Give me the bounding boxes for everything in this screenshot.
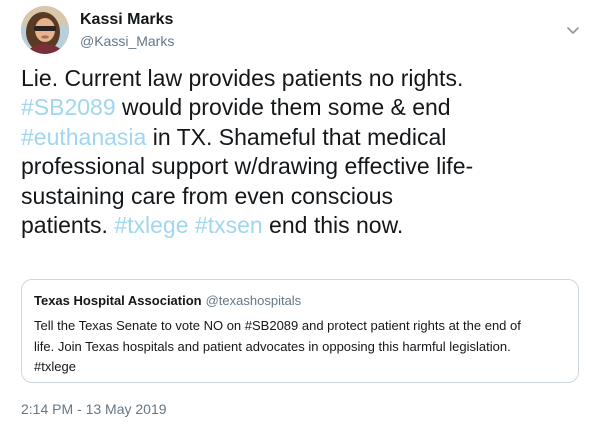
tweet-text-segment: Lie. Current law provides patients no ri… (21, 65, 464, 91)
quoted-tweet-text: Tell the Texas Senate to vote NO on #SB2… (34, 316, 569, 378)
tweet-text-line: sustaining care from even conscious (21, 182, 591, 211)
quoted-author-handle: @texashospitals (205, 293, 302, 308)
avatar[interactable] (21, 6, 69, 54)
tweet-text-line: patients. #txlege #txsen end this now. (21, 211, 591, 240)
tweet-timestamp[interactable]: 2:14 PM - 13 May 2019 (21, 400, 167, 418)
quoted-tweet[interactable]: Texas Hospital Association @texashospital… (21, 279, 579, 383)
tweet-text-line: Lie. Current law provides patients no ri… (21, 64, 591, 93)
tweet-text-segment: sustaining care from even conscious (21, 182, 394, 209)
quoted-tweet-header: Texas Hospital Association @texashospital… (34, 293, 301, 309)
tweet-text-segment: in TX. Shameful that medical (146, 123, 447, 150)
tweet-text: Lie. Current law provides patients no ri… (21, 64, 591, 240)
tweet-card: Kassi Marks @Kassi_Marks Lie. Current la… (0, 0, 601, 428)
tweet-text-line: #euthanasia in TX. Shameful that medical (21, 123, 591, 152)
chevron-down-icon (567, 27, 579, 34)
quoted-author-name: Texas Hospital Association (34, 293, 202, 308)
avatar-photo-icon (21, 6, 69, 54)
tweet-text-segment: patients. (21, 212, 115, 239)
more-options-button[interactable] (563, 20, 583, 40)
tweet-text-segment: would provide them some & end (115, 94, 451, 121)
hashtag-link[interactable]: #euthanasia (21, 124, 146, 150)
tweet-text-segment: professional support w/drawing effective… (21, 153, 474, 180)
hashtag-link[interactable]: #SB2089 (21, 94, 116, 120)
author-display-name[interactable]: Kassi Marks (80, 10, 173, 30)
tweet-text-line: professional support w/drawing effective… (21, 152, 591, 181)
tweet-text-line: #SB2089 would provide them some & end (21, 93, 591, 122)
author-handle[interactable]: @Kassi_Marks (80, 32, 174, 50)
hashtag-link[interactable]: #txsen (195, 212, 263, 238)
quoted-tweet-line: Tell the Texas Senate to vote NO on #SB2… (34, 318, 521, 333)
quoted-tweet-line: life. Join Texas hospitals and patient a… (34, 338, 511, 354)
tweet-text-segment: end this now. (262, 212, 404, 239)
hashtag-link[interactable]: #txlege (114, 212, 188, 238)
quoted-tweet-line: #txlege (34, 359, 76, 374)
